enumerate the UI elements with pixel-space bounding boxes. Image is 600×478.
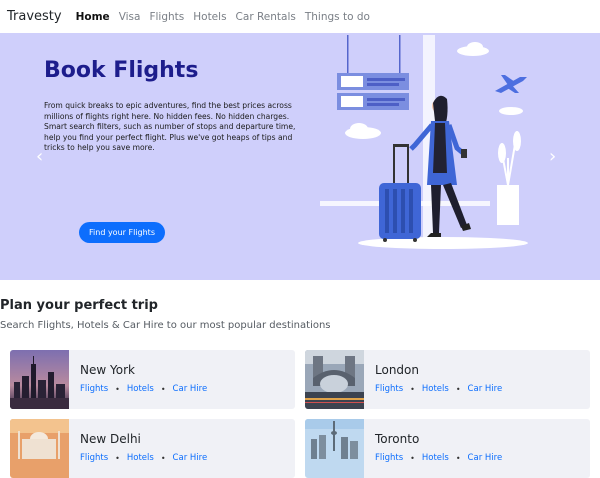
car-hire-link[interactable]: Car Hire <box>173 384 208 394</box>
flights-link[interactable]: Flights <box>375 453 403 463</box>
destination-links: Flights • Hotels • Car Hire <box>375 453 502 463</box>
new-york-thumbnail <box>10 350 69 409</box>
destination-city: Toronto <box>375 432 420 446</box>
destination-city: New York <box>80 363 135 377</box>
hotels-link[interactable]: Hotels <box>127 453 154 463</box>
top-navbar: Travesty Home Visa Flights Hotels Car Re… <box>0 0 600 33</box>
london-thumbnail <box>305 350 364 409</box>
nav-things-to-do[interactable]: Things to do <box>305 11 370 23</box>
hero-title: Book Flights <box>44 58 199 83</box>
hotels-link[interactable]: Hotels <box>422 384 449 394</box>
destination-links: Flights • Hotels • Car Hire <box>80 453 207 463</box>
section-title: Plan your perfect trip <box>0 298 158 313</box>
flights-link[interactable]: Flights <box>80 453 108 463</box>
destination-card-new-delhi[interactable]: New Delhi Flights • Hotels • Car Hire <box>10 419 295 478</box>
destination-links: Flights • Hotels • Car Hire <box>80 384 207 394</box>
car-hire-link[interactable]: Car Hire <box>173 453 208 463</box>
section-subtitle: Search Flights, Hotels & Car Hire to our… <box>0 320 331 331</box>
nav-flights[interactable]: Flights <box>149 11 184 23</box>
flights-link[interactable]: Flights <box>375 384 403 394</box>
separator-dot: • <box>115 453 120 463</box>
toronto-thumbnail <box>305 419 364 478</box>
hero-carousel: Book Flights From quick breaks to epic a… <box>0 33 600 280</box>
hero-description: From quick breaks to epic adventures, fi… <box>44 101 296 153</box>
car-hire-link[interactable]: Car Hire <box>468 384 503 394</box>
destination-card-new-york[interactable]: New York Flights • Hotels • Car Hire <box>10 350 295 409</box>
destination-city: New Delhi <box>80 432 141 446</box>
destination-city: London <box>375 363 419 377</box>
brand-logo[interactable]: Travesty <box>7 9 62 24</box>
nav-visa[interactable]: Visa <box>119 11 141 23</box>
separator-dot: • <box>410 384 415 394</box>
separator-dot: • <box>115 384 120 394</box>
traveler-illustration <box>320 35 528 249</box>
new-delhi-thumbnail <box>10 419 69 478</box>
find-flights-button[interactable]: Find your Flights <box>79 222 165 243</box>
chevron-left-icon[interactable]: ‹ <box>36 146 43 167</box>
destination-links: Flights • Hotels • Car Hire <box>375 384 502 394</box>
nav-home[interactable]: Home <box>76 11 110 23</box>
hotels-link[interactable]: Hotels <box>127 384 154 394</box>
separator-dot: • <box>160 384 166 394</box>
separator-dot: • <box>455 384 461 394</box>
destination-card-toronto[interactable]: Toronto Flights • Hotels • Car Hire <box>305 419 590 478</box>
separator-dot: • <box>160 453 166 463</box>
flights-link[interactable]: Flights <box>80 384 108 394</box>
car-hire-link[interactable]: Car Hire <box>468 453 503 463</box>
hotels-link[interactable]: Hotels <box>422 453 449 463</box>
separator-dot: • <box>410 453 415 463</box>
destination-card-london[interactable]: London Flights • Hotels • Car Hire <box>305 350 590 409</box>
nav-car-rentals[interactable]: Car Rentals <box>236 11 296 23</box>
nav-hotels[interactable]: Hotels <box>193 11 226 23</box>
separator-dot: • <box>455 453 461 463</box>
